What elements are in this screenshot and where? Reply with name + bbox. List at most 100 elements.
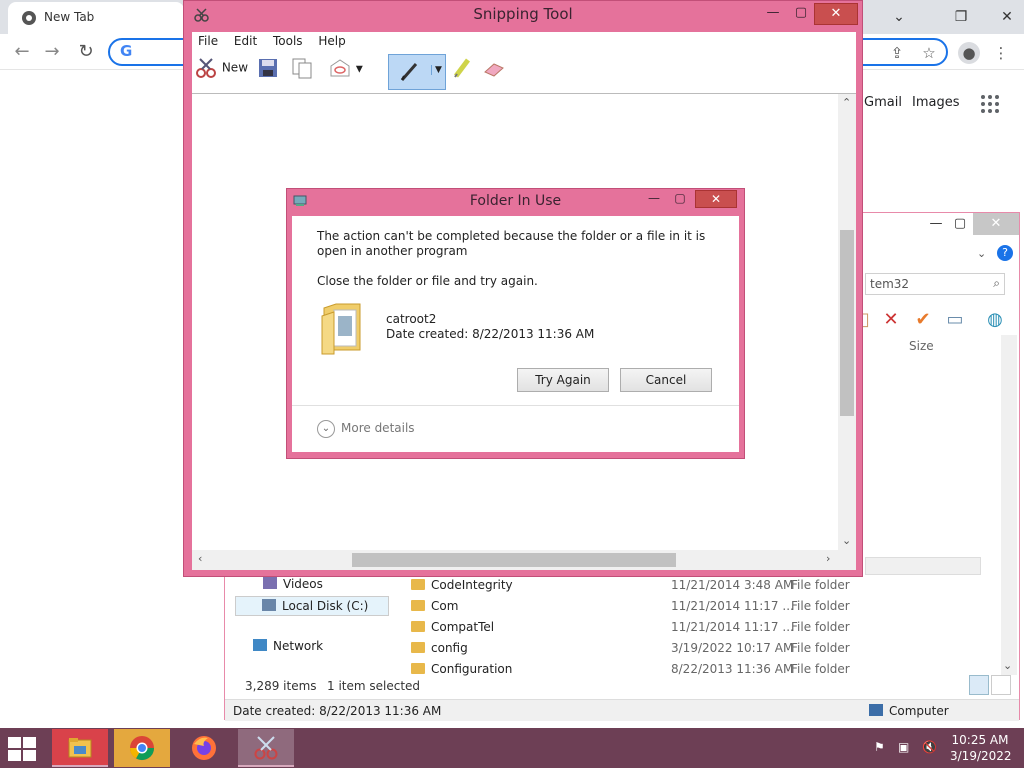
images-link[interactable]: Images (912, 95, 960, 110)
large-icons-view-icon[interactable] (991, 675, 1011, 695)
nav-item-videos[interactable]: Videos (263, 577, 323, 591)
profile-avatar-icon[interactable]: ● (958, 42, 980, 64)
snip-maximize-icon[interactable]: ▢ (786, 3, 816, 25)
delete-icon[interactable]: ✕ (879, 309, 903, 331)
send-dropdown-icon[interactable]: ▼ (356, 65, 363, 75)
bookmark-star-icon[interactable]: ☆ (918, 42, 940, 64)
detail-computer: Computer (889, 704, 949, 718)
drive-icon (262, 599, 276, 611)
folder-icon (411, 642, 425, 653)
taskbar-chrome[interactable] (114, 729, 170, 767)
new-snip-button[interactable]: New (194, 56, 252, 88)
table-row[interactable]: Com 11/21/2014 11:17 ... File folder (411, 596, 851, 617)
windows-start-icon[interactable] (8, 737, 38, 761)
globe-icon[interactable]: ◍ (983, 309, 1007, 331)
more-details-link[interactable]: More details (341, 421, 415, 435)
explorer-close-icon[interactable]: ✕ (973, 213, 1019, 235)
file-name: Configuration (431, 662, 513, 676)
taskbar: ⚑ ▣ 🔇 10:25 AM 3/19/2022 (0, 728, 1024, 768)
cancel-button[interactable]: Cancel (620, 368, 712, 392)
properties-icon[interactable]: ▭ (943, 309, 967, 331)
explorer-scroll-down-icon[interactable]: ⌄ (1003, 659, 1012, 672)
clock-date: 3/19/2022 (950, 749, 1012, 763)
chrome-restore-icon[interactable]: ❐ (938, 0, 984, 34)
network-icon (253, 639, 267, 651)
nav-item-label: Local Disk (C:) (282, 599, 369, 613)
search-icon: ⌕ (993, 276, 1000, 290)
menu-file[interactable]: File (192, 32, 224, 48)
try-again-button[interactable]: Try Again (517, 368, 609, 392)
pen-dropdown-icon[interactable]: ▼ (431, 65, 442, 75)
videos-icon (263, 577, 277, 589)
scroll-left-icon[interactable]: ‹ (198, 552, 202, 565)
explorer-search-input[interactable]: tem32 ⌕ (865, 273, 1005, 295)
explorer-maximize-icon[interactable]: ▢ (943, 213, 977, 235)
nav-item-network[interactable]: Network (253, 639, 323, 653)
table-row[interactable]: CodeIntegrity 11/21/2014 3:48 AM File fo… (411, 575, 851, 596)
file-date: 8/22/2013 11:36 AM (671, 662, 794, 676)
dialog-close-icon[interactable]: ✕ (695, 190, 737, 208)
dialog-footer: ⌄ More details (292, 405, 739, 452)
eraser-button[interactable] (482, 56, 510, 88)
explorer-ribbon-expand-icon[interactable]: ⌄ (977, 247, 986, 260)
horizontal-scroll-thumb[interactable] (352, 553, 676, 567)
file-date: 11/21/2014 11:17 ... (671, 620, 794, 634)
table-row[interactable]: CompatTel 11/21/2014 11:17 ... File fold… (411, 617, 851, 638)
snip-horizontal-scrollbar[interactable]: ‹ › (192, 550, 856, 570)
file-name: CodeIntegrity (431, 578, 513, 592)
scroll-down-icon[interactable]: ⌄ (842, 534, 851, 547)
snip-toolbar: New ▼ ▼ (192, 52, 856, 94)
network-tray-icon[interactable]: ▣ (898, 740, 909, 754)
nav-item-local-disk[interactable]: Local Disk (C:) (235, 596, 389, 616)
pen-tool-button[interactable]: ▼ (388, 54, 446, 90)
file-type: File folder (791, 662, 850, 676)
pen-icon (400, 63, 418, 81)
details-view-icon[interactable] (969, 675, 989, 695)
table-row[interactable]: Configuration 8/22/2013 11:36 AM File fo… (411, 659, 851, 680)
size-column-header[interactable]: Size (909, 339, 934, 353)
menu-help[interactable]: Help (312, 32, 351, 48)
forward-icon[interactable]: → (40, 40, 64, 64)
table-row[interactable]: config 3/19/2022 10:17 AM File folder (411, 638, 851, 659)
chrome-menu-icon[interactable]: ⋮ (990, 42, 1012, 64)
vertical-scroll-thumb[interactable] (840, 230, 854, 416)
volume-muted-icon[interactable]: 🔇 (922, 740, 937, 754)
share-icon[interactable]: ⇪ (886, 42, 908, 64)
chevron-down-icon[interactable]: ⌄ (317, 420, 335, 438)
chrome-close-icon[interactable]: ✕ (984, 0, 1024, 34)
google-apps-icon[interactable] (981, 95, 999, 113)
action-center-flag-icon[interactable]: ⚑ (874, 740, 885, 754)
folder-icon (411, 663, 425, 674)
file-date: 11/21/2014 3:48 AM (671, 578, 794, 592)
system-clock[interactable]: 10:25 AM 3/19/2022 (950, 732, 1012, 764)
reload-icon[interactable]: ↻ (74, 40, 98, 64)
status-item-count: 3,289 items (245, 679, 317, 693)
copy-button[interactable] (290, 56, 318, 88)
menu-tools[interactable]: Tools (267, 32, 309, 48)
chrome-tab-search-icon[interactable]: ⌄ (876, 0, 922, 34)
gmail-link[interactable]: Gmail (864, 95, 902, 110)
explorer-vertical-scrollbar[interactable] (1001, 335, 1017, 675)
file-type: File folder (791, 620, 850, 634)
taskbar-firefox[interactable] (176, 729, 232, 767)
dialog-maximize-icon[interactable]: ▢ (667, 190, 693, 208)
explorer-horizontal-scrollbar[interactable] (865, 557, 981, 575)
menu-edit[interactable]: Edit (228, 32, 263, 48)
scroll-right-icon[interactable]: › (826, 552, 830, 565)
back-icon[interactable]: ← (10, 40, 34, 64)
clock-time: 10:25 AM (951, 733, 1009, 747)
rename-check-icon[interactable]: ✔ (911, 309, 935, 331)
scroll-up-icon[interactable]: ⌃ (842, 96, 851, 109)
dialog-minimize-icon[interactable]: — (641, 190, 667, 208)
chrome-tab-new-tab[interactable]: New Tab (8, 2, 184, 34)
snip-vertical-scrollbar[interactable]: ⌃ ⌄ (838, 94, 856, 550)
send-snip-button[interactable]: ▼ (328, 56, 370, 88)
snip-close-icon[interactable]: ✕ (814, 3, 858, 25)
taskbar-file-explorer[interactable] (52, 729, 108, 767)
highlighter-button[interactable] (450, 56, 478, 88)
snip-minimize-icon[interactable]: — (758, 3, 788, 25)
help-icon[interactable]: ? (997, 245, 1013, 261)
save-button[interactable] (256, 56, 284, 88)
taskbar-snipping-tool[interactable] (238, 729, 294, 767)
chrome-favicon-icon (22, 11, 36, 25)
